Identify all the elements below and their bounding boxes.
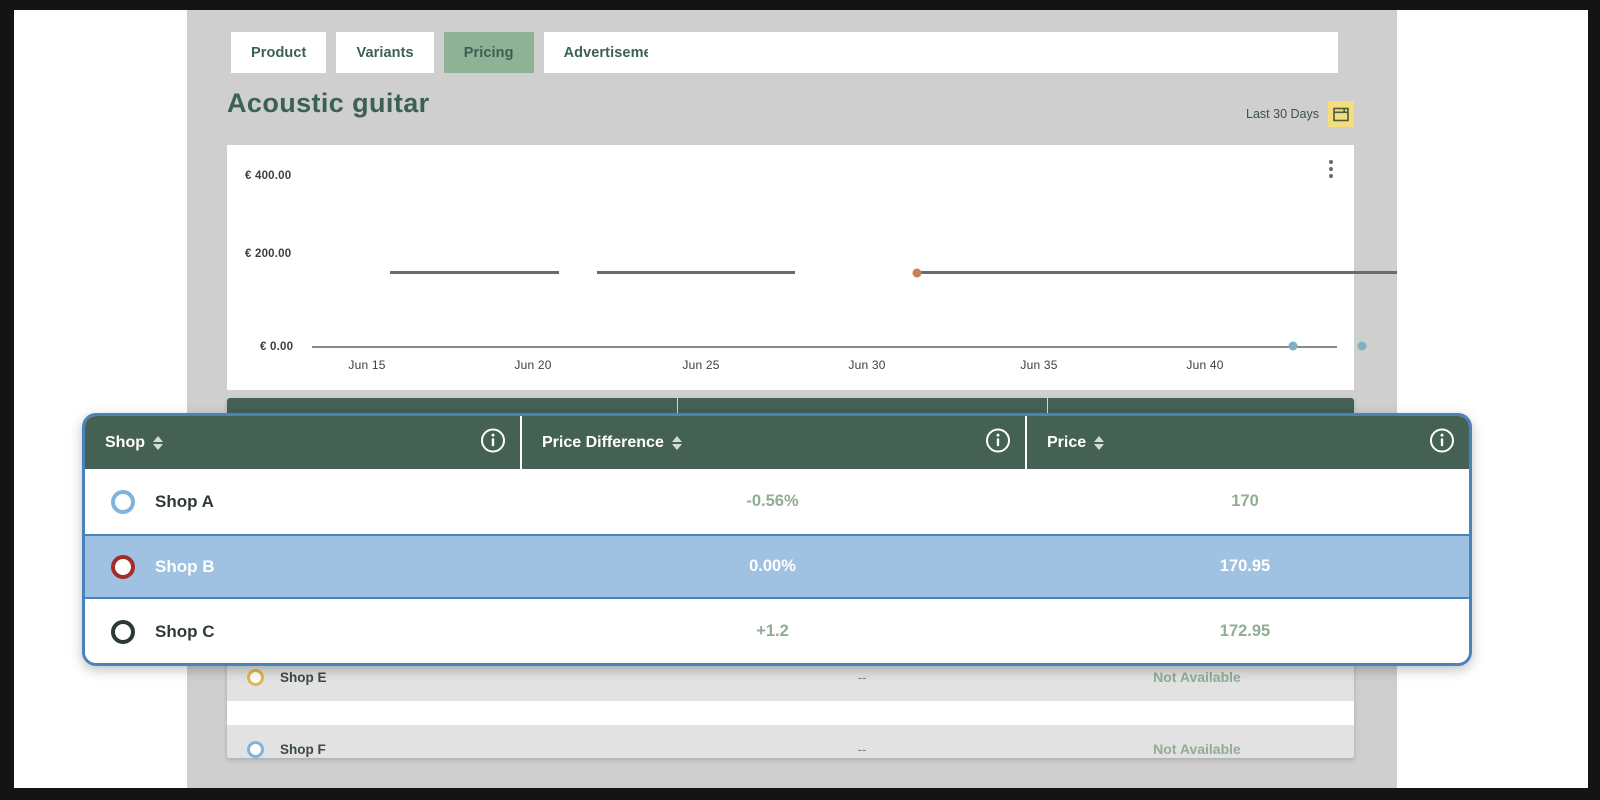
radio-icon[interactable]	[111, 554, 135, 579]
shop-cell: Shop E	[227, 668, 677, 686]
shop-comparison-overlay: Shop Price Difference Price Shop A -0.56…	[82, 413, 1472, 666]
price-difference-cell: --	[857, 741, 867, 757]
shop-cell: Shop B	[85, 554, 520, 579]
y-tick-200: € 200.00	[245, 248, 292, 260]
table-row[interactable]: Shop F -- Not Available	[227, 725, 1354, 758]
chart-baseline	[312, 346, 1337, 348]
tab-pricing[interactable]: Pricing	[443, 32, 534, 73]
tab-product[interactable]: Product	[231, 32, 327, 73]
column-label-shop: Shop	[105, 433, 145, 451]
price-cell: Not Available	[1153, 741, 1241, 757]
sort-icon-price[interactable]	[1094, 435, 1105, 450]
price-difference-value: -0.56%	[746, 492, 799, 510]
shop-name: Shop F	[280, 741, 326, 757]
tab-bar: Product Variants Pricing Advertisement	[231, 32, 686, 73]
price-history-chart: € 400.00 € 200.00 € 0.00 Jun 15 Jun 20 J…	[227, 145, 1397, 390]
table-row[interactable]: Shop B 0.00% 170.95	[85, 534, 1469, 599]
column-label-price: Price	[1047, 433, 1087, 451]
info-icon-price[interactable]	[1429, 427, 1455, 458]
shop-name: Shop C	[155, 621, 215, 641]
radio-icon[interactable]	[111, 489, 135, 514]
price-value: 170	[1231, 492, 1259, 510]
price-difference-value: 0.00%	[749, 557, 796, 575]
shop-cell: Shop F	[227, 740, 677, 758]
sort-icon-shop[interactable]	[153, 435, 163, 450]
price-difference-value: +1.2	[756, 622, 789, 640]
x-tick-jun35: Jun 35	[1020, 358, 1058, 372]
price-cell: Not Available	[1153, 669, 1241, 685]
teal-marker-1[interactable]	[1288, 341, 1298, 351]
teal-marker-2[interactable]	[1357, 341, 1367, 351]
page-title: Acoustic guitar	[227, 88, 430, 118]
kebab-menu-icon[interactable]	[1322, 158, 1340, 180]
table-row[interactable]: Shop A -0.56% 170	[85, 469, 1469, 534]
shop-cell: Shop A	[85, 489, 520, 514]
browser-viewport: Product Variants Pricing Advertisement A…	[14, 10, 1588, 788]
price-difference-cell: 0.00%	[520, 557, 1025, 576]
price-difference-cell: +1.2	[520, 622, 1025, 641]
price-difference-cell: -0.56%	[520, 492, 1025, 511]
y-tick-400: € 400.00	[245, 170, 292, 182]
price-cell: 170.95	[1025, 557, 1465, 576]
shop-name: Shop E	[280, 669, 327, 685]
table-row[interactable]: Shop C +1.2 172.95	[85, 599, 1469, 663]
shop-name: Shop A	[155, 491, 214, 511]
sort-icon-price-difference[interactable]	[671, 435, 682, 450]
date-range-label: Last 30 Days	[1246, 107, 1319, 121]
radio-icon[interactable]	[111, 619, 135, 644]
device-frame: Product Variants Pricing Advertisement A…	[0, 0, 1600, 800]
orange-marker[interactable]	[912, 268, 922, 278]
info-icon-shop[interactable]	[480, 427, 506, 458]
x-tick-jun30: Jun 30	[848, 358, 886, 372]
shop-cell: Shop C	[85, 619, 520, 644]
column-header-price[interactable]: Price	[1025, 416, 1469, 469]
price-value: 170.95	[1219, 557, 1271, 575]
price-difference-cell: --	[857, 669, 867, 685]
price-cell: 170	[1025, 492, 1465, 511]
table-row-spacer	[227, 701, 1354, 725]
radio-icon[interactable]	[247, 740, 264, 758]
date-range-control: Last 30 Days	[1246, 101, 1354, 127]
overlay-table-header: Shop Price Difference Price	[85, 416, 1469, 469]
x-tick-jun40: Jun 40	[1186, 358, 1224, 372]
price-line-segment-1	[390, 271, 559, 274]
tab-variants[interactable]: Variants	[336, 32, 434, 73]
price-line-segment-2	[597, 271, 795, 274]
info-icon-price-difference[interactable]	[985, 427, 1011, 458]
column-header-shop[interactable]: Shop	[85, 416, 520, 469]
header-search-box[interactable]	[648, 32, 1338, 73]
calendar-icon[interactable]	[1328, 101, 1354, 127]
x-tick-jun25: Jun 25	[682, 358, 720, 372]
app-content-panel: Product Variants Pricing Advertisement A…	[187, 10, 1397, 788]
column-label-price-difference: Price Difference	[542, 433, 664, 451]
column-header-price-difference[interactable]: Price Difference	[520, 416, 1025, 469]
price-cell: 172.95	[1025, 622, 1465, 641]
y-tick-0: € 0.00	[260, 341, 294, 353]
x-tick-jun20: Jun 20	[514, 358, 552, 372]
x-tick-jun15: Jun 15	[348, 358, 386, 372]
shop-name: Shop B	[155, 556, 215, 576]
price-line-segment-3	[915, 271, 1397, 274]
radio-icon[interactable]	[247, 668, 264, 686]
price-value: 172.95	[1219, 622, 1271, 640]
